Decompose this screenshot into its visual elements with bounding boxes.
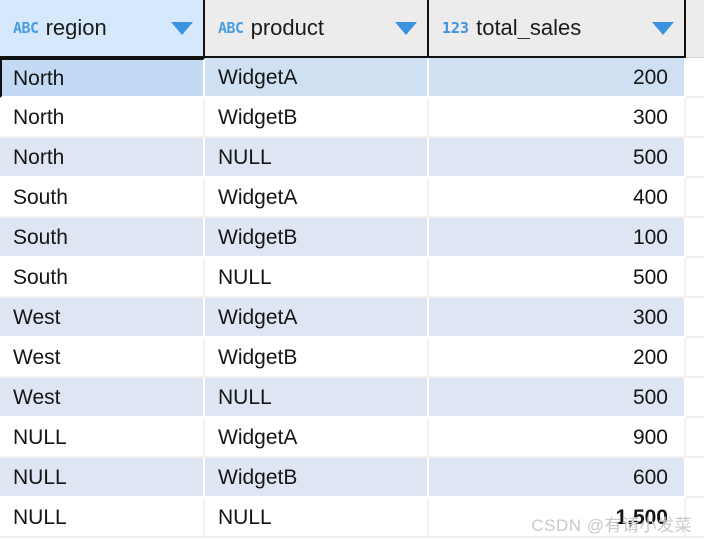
cell-product[interactable]: WidgetA [205,178,429,218]
cell-total_sales[interactable]: 500 [429,258,686,298]
cell-total_sales[interactable]: 500 [429,378,686,418]
cell-region[interactable]: South [0,218,205,258]
row-filler-cell [686,138,704,178]
grid-body: North WidgetA 200 North WidgetB 300 North NULL 5… [0,58,704,538]
cell-product[interactable]: WidgetB [205,458,429,498]
cell-region[interactable]: West [0,298,205,338]
cell-region[interactable]: South [0,258,205,298]
cell-total_sales[interactable]: 1,500 [429,498,686,538]
row-filler-cell [686,418,704,458]
cell-region[interactable]: West [0,338,205,378]
cell-product[interactable]: NULL [205,378,429,418]
cell-region[interactable]: NULL [0,458,205,498]
cell-total_sales[interactable]: 300 [429,98,686,138]
cell-product[interactable]: WidgetB [205,338,429,378]
row-filler-cell [686,218,704,258]
table-row[interactable]: West NULL 500 [0,378,704,418]
column-header-total-sales[interactable]: 123 total_sales [429,0,686,58]
table-row[interactable]: North NULL 500 [0,138,704,178]
cell-region[interactable]: NULL [0,498,205,538]
table-row[interactable]: NULL NULL 1,500 [0,498,704,538]
table-row[interactable]: North WidgetA 200 [0,58,704,98]
cell-product[interactable]: WidgetA [205,298,429,338]
column-header-label: product [250,17,324,39]
cell-region[interactable]: West [0,378,205,418]
text-type-icon: ABC [13,18,39,37]
column-header-label: region [45,17,107,39]
number-type-icon: 123 [442,18,470,37]
cell-region[interactable]: North [0,98,205,138]
table-row[interactable]: South NULL 500 [0,258,704,298]
cell-product[interactable]: WidgetA [205,58,429,98]
cell-total_sales[interactable]: 200 [429,58,686,98]
cell-region[interactable]: NULL [0,418,205,458]
table-row[interactable]: NULL WidgetB 600 [0,458,704,498]
column-header-region[interactable]: ABC region [0,0,205,58]
cell-total_sales[interactable]: 100 [429,218,686,258]
row-filler-cell [686,458,704,498]
cell-product[interactable]: WidgetB [205,98,429,138]
cell-total_sales[interactable]: 200 [429,338,686,378]
table-row[interactable]: West WidgetB 200 [0,338,704,378]
table-row[interactable]: West WidgetA 300 [0,298,704,338]
data-grid: ABC region ABC product 123 total_sales N… [0,0,704,554]
text-type-icon: ABC [218,18,244,37]
row-filler-cell [686,178,704,218]
grid-header-row: ABC region ABC product 123 total_sales [0,0,704,58]
chevron-down-icon[interactable] [395,21,417,35]
cell-product[interactable]: NULL [205,498,429,538]
column-header-label: total_sales [476,17,582,39]
chevron-down-icon[interactable] [171,21,193,35]
row-filler-cell [686,298,704,338]
row-filler-cell [686,378,704,418]
cell-total_sales[interactable]: 300 [429,298,686,338]
cell-total_sales[interactable]: 500 [429,138,686,178]
cell-total_sales[interactable]: 400 [429,178,686,218]
cell-region[interactable]: North [0,138,205,178]
cell-product[interactable]: NULL [205,258,429,298]
row-filler-cell [686,58,704,98]
table-row[interactable]: NULL WidgetA 900 [0,418,704,458]
chevron-down-icon[interactable] [652,21,674,35]
table-row[interactable]: South WidgetB 100 [0,218,704,258]
table-row[interactable]: South WidgetA 400 [0,178,704,218]
cell-product[interactable]: NULL [205,138,429,178]
cell-product[interactable]: WidgetA [205,418,429,458]
row-filler-cell [686,338,704,378]
row-filler-cell [686,498,704,538]
column-header-product[interactable]: ABC product [205,0,429,58]
column-header-filler [686,0,704,58]
cell-product[interactable]: WidgetB [205,218,429,258]
cell-region[interactable]: South [0,178,205,218]
row-filler-cell [686,98,704,138]
cell-total_sales[interactable]: 600 [429,458,686,498]
cell-region[interactable]: North [0,58,205,98]
cell-total_sales[interactable]: 900 [429,418,686,458]
table-row[interactable]: North WidgetB 300 [0,98,704,138]
row-filler-cell [686,258,704,298]
